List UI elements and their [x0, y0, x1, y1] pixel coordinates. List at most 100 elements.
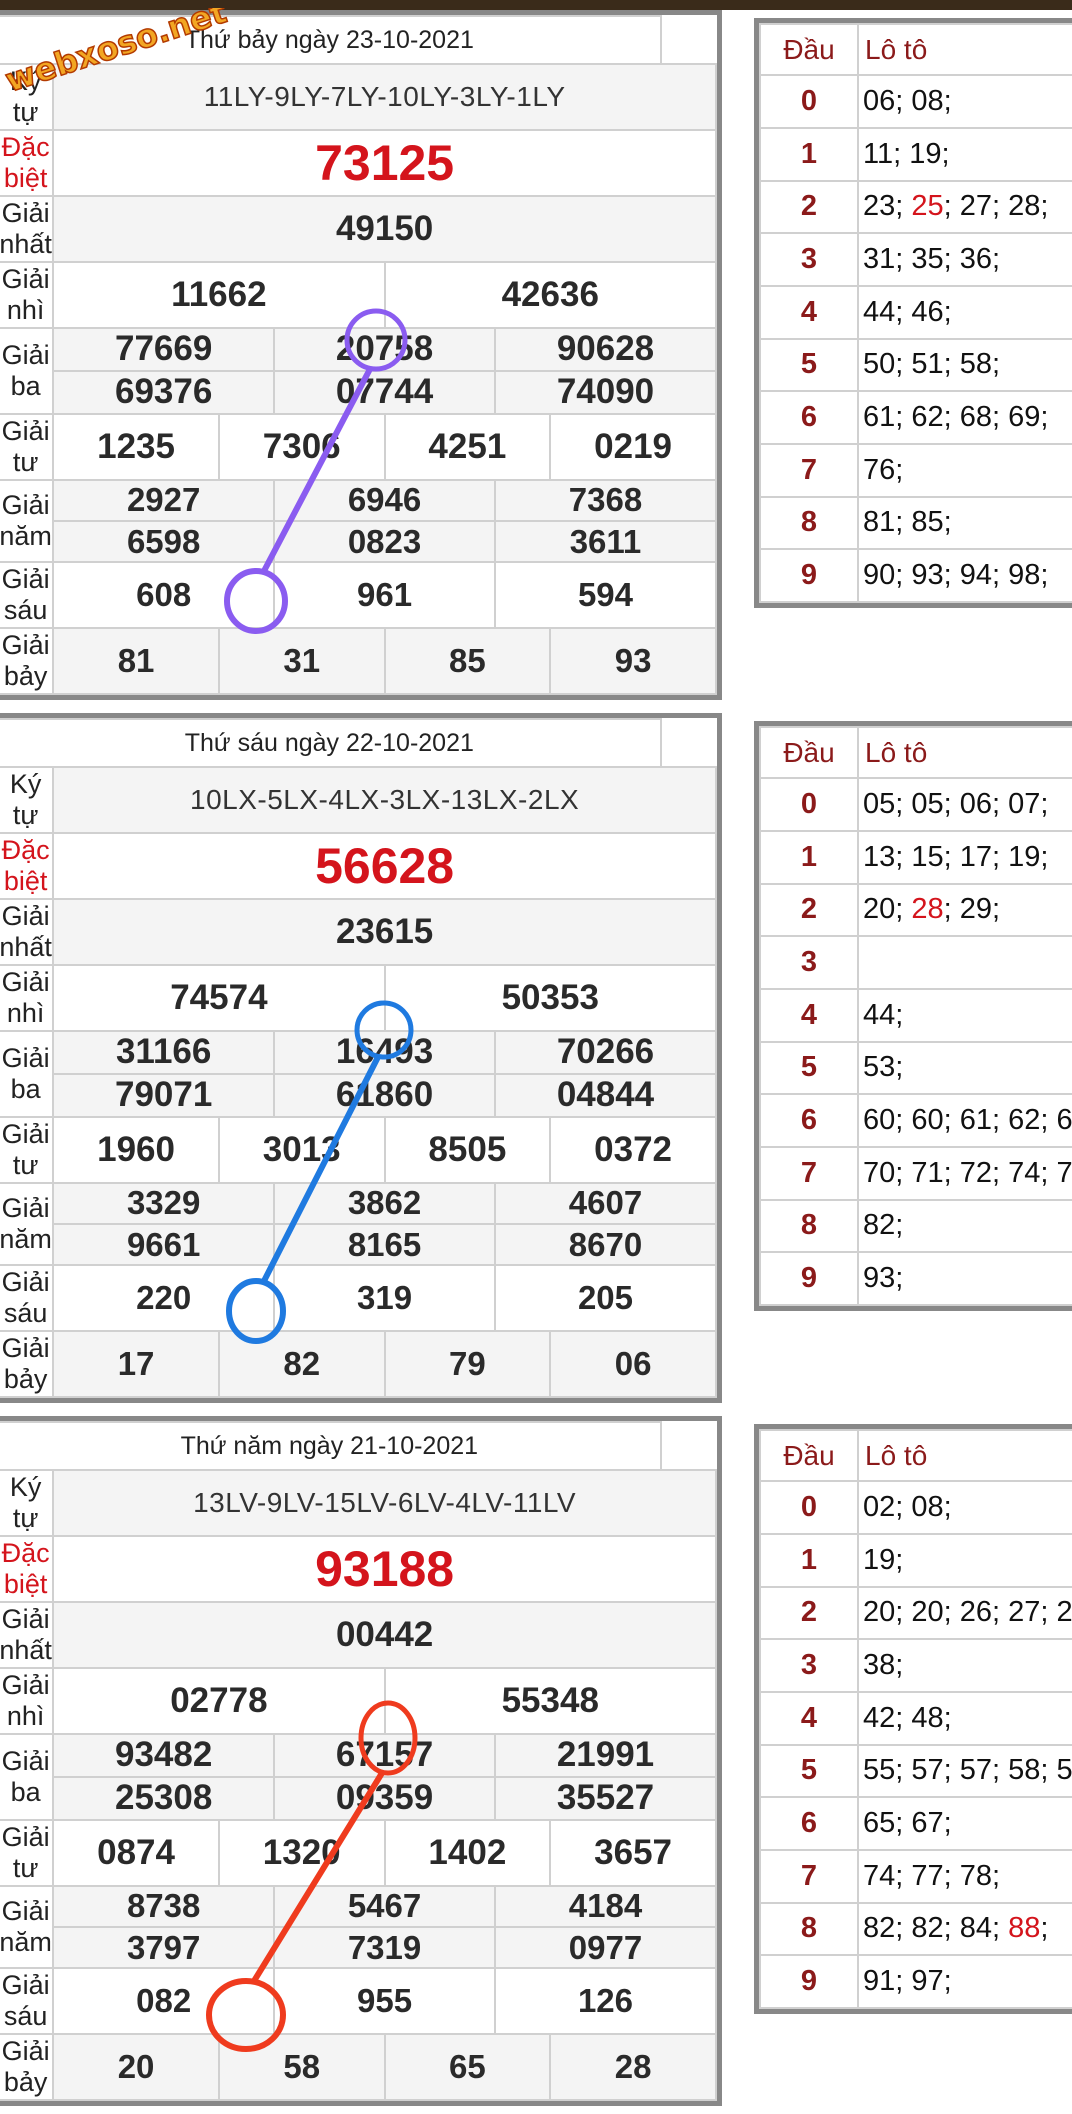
loto-values: 65; 67; — [857, 1796, 1072, 1851]
loto-table: Đầu Lô tô 0 06; 08; 1 11; 19; 2 23; 25; 27; 2… — [754, 18, 1072, 608]
loto-values: 55; 57; 57; 58; 5 — [857, 1743, 1072, 1799]
loto-row: 4 42; 48; — [759, 1690, 1072, 1746]
loto-row: 8 81; 85; — [759, 495, 1072, 551]
draw-date-title: Thứ năm ngày 21-10-2021 — [0, 1421, 662, 1471]
fifth-prize-4: 3797 — [52, 1926, 276, 1970]
fourth-prize-1: 0874 — [52, 1818, 220, 1887]
results-table: Thứ năm ngày 21-10-2021 Ký tự 13LV-9LV-1… — [0, 1416, 722, 2106]
loto-head-digit: 3 — [759, 935, 859, 990]
fifth-prize-2: 5467 — [273, 1884, 496, 1929]
draw-date-title: Thứ sáu ngày 22-10-2021 — [0, 718, 662, 768]
third-prize-5: 07744 — [273, 369, 496, 415]
first-prize: 49150 — [52, 194, 717, 263]
loto-head-digit: 6 — [759, 1093, 859, 1148]
loto-head-digit: 5 — [759, 1743, 859, 1799]
loto-values: 20; 20; 26; 27; 2 — [857, 1585, 1072, 1641]
loto-row: 5 53; — [759, 1040, 1072, 1096]
seventh-prize-3: 79 — [383, 1330, 552, 1398]
second-prize-1: 02778 — [52, 1666, 386, 1735]
fourth-prize-2: 3013 — [217, 1115, 386, 1184]
seventh-prize-2: 58 — [217, 2033, 386, 2101]
loto-values: 06; 08; — [857, 74, 1072, 129]
sixth-prize-1: 220 — [52, 1264, 276, 1333]
label-giai-nam: Giải năm — [0, 478, 55, 564]
label-dac-biet: Đặc biệt — [0, 1534, 55, 1603]
fourth-prize-3: 8505 — [383, 1115, 552, 1184]
loto-values — [857, 935, 1072, 990]
loto-values: 53; — [857, 1040, 1072, 1096]
loto-values: 11; 19; — [857, 126, 1072, 182]
fifth-prize-4: 6598 — [52, 520, 276, 564]
third-prize-4: 79071 — [52, 1072, 276, 1118]
loto-values: 82; — [857, 1198, 1072, 1254]
loto-row: 9 93; — [759, 1251, 1072, 1306]
loto-row: 0 06; 08; — [759, 74, 1072, 129]
fifth-prize-5: 8165 — [273, 1223, 496, 1267]
draw-date-title: Thứ bảy ngày 23-10-2021 — [0, 15, 662, 65]
loto-head-digit: 3 — [759, 1638, 859, 1693]
third-prize-2: 67157 — [273, 1732, 496, 1778]
loto-values: 74; 77; 78; — [857, 1848, 1072, 1904]
third-prize-1: 77669 — [52, 326, 276, 372]
sixth-prize-3: 126 — [493, 1967, 718, 2036]
loto-head-digit: 8 — [759, 495, 859, 551]
fifth-prize-4: 9661 — [52, 1223, 276, 1267]
fifth-prize-2: 6946 — [273, 478, 496, 523]
fifth-prize-5: 7319 — [273, 1926, 496, 1970]
seventh-prize-4: 06 — [549, 1330, 717, 1398]
loto-values-pre: 20; — [863, 893, 912, 926]
third-prize-5: 61860 — [273, 1072, 496, 1118]
label-dac-biet: Đặc biệt — [0, 831, 55, 900]
loto-head-digit: 7 — [759, 1848, 859, 1904]
label-giai-tu: Giải tư — [0, 1818, 55, 1887]
loto-row: 2 23; 25; 27; 28; — [759, 179, 1072, 235]
loto-values: 31; 35; 36; — [857, 232, 1072, 287]
third-prize-4: 25308 — [52, 1775, 276, 1821]
loto-head-digit: 4 — [759, 1690, 859, 1746]
loto-values: 82; 82; 84; 88; — [857, 1901, 1072, 1957]
fourth-prize-3: 1402 — [383, 1818, 552, 1887]
label-giai-nhat: Giải nhất — [0, 1600, 55, 1669]
loto-row: 6 65; 67; — [759, 1796, 1072, 1851]
loto-head-digit: 8 — [759, 1901, 859, 1957]
fifth-prize-1: 2927 — [52, 478, 276, 523]
sixth-prize-2: 955 — [273, 1967, 496, 2036]
third-prize-6: 35527 — [493, 1775, 718, 1821]
fourth-prize-1: 1235 — [52, 412, 220, 481]
fourth-prize-4: 0372 — [549, 1115, 717, 1184]
loto-head-digit: 6 — [759, 390, 859, 445]
fifth-prize-6: 3611 — [493, 520, 718, 564]
loto-row: 1 11; 19; — [759, 126, 1072, 182]
seventh-prize-2: 31 — [217, 627, 386, 695]
sixth-prize-3: 205 — [493, 1264, 718, 1333]
loto-values: 61; 62; 68; 69; — [857, 390, 1072, 445]
loto-row: 7 74; 77; 78; — [759, 1848, 1072, 1904]
label-giai-nam: Giải năm — [0, 1181, 55, 1267]
loto-head-digit: 1 — [759, 829, 859, 885]
label-giai-ba: Giải ba — [0, 1029, 55, 1118]
loto-head-digit: 5 — [759, 1040, 859, 1096]
loto-row: 7 70; 71; 72; 74; 7 — [759, 1145, 1072, 1201]
loto-head-digit: 4 — [759, 987, 859, 1043]
label-giai-nhi: Giải nhì — [0, 260, 55, 329]
lottery-day-3: Thứ năm ngày 21-10-2021 Ký tự 13LV-9LV-1… — [0, 1406, 1072, 2109]
loto-row: 3 31; 35; 36; — [759, 232, 1072, 287]
loto-row: 6 61; 62; 68; 69; — [759, 390, 1072, 445]
loto-row: 0 02; 08; — [759, 1480, 1072, 1535]
loto-values-pre: 82; 82; 84; — [863, 1912, 1009, 1945]
loto-values: 81; 85; — [857, 495, 1072, 551]
loto-row: 4 44; 46; — [759, 284, 1072, 340]
loto-header-dau: Đầu — [759, 725, 859, 780]
fifth-prize-3: 4607 — [493, 1181, 718, 1226]
loto-values: 38; — [857, 1638, 1072, 1693]
fifth-prize-1: 8738 — [52, 1884, 276, 1929]
loto-head-digit: 0 — [759, 1480, 859, 1535]
third-prize-6: 74090 — [493, 369, 718, 415]
loto-head-digit: 9 — [759, 1251, 859, 1306]
seventh-prize-1: 17 — [52, 1330, 220, 1398]
seventh-prize-4: 28 — [549, 2033, 717, 2101]
loto-head-digit: 0 — [759, 777, 859, 832]
second-prize-2: 42636 — [383, 260, 718, 329]
loto-row: 0 05; 05; 06; 07; — [759, 777, 1072, 832]
lottery-day-1: Thứ bảy ngày 23-10-2021 Ký tự 11LY-9LY-7… — [0, 0, 1072, 703]
